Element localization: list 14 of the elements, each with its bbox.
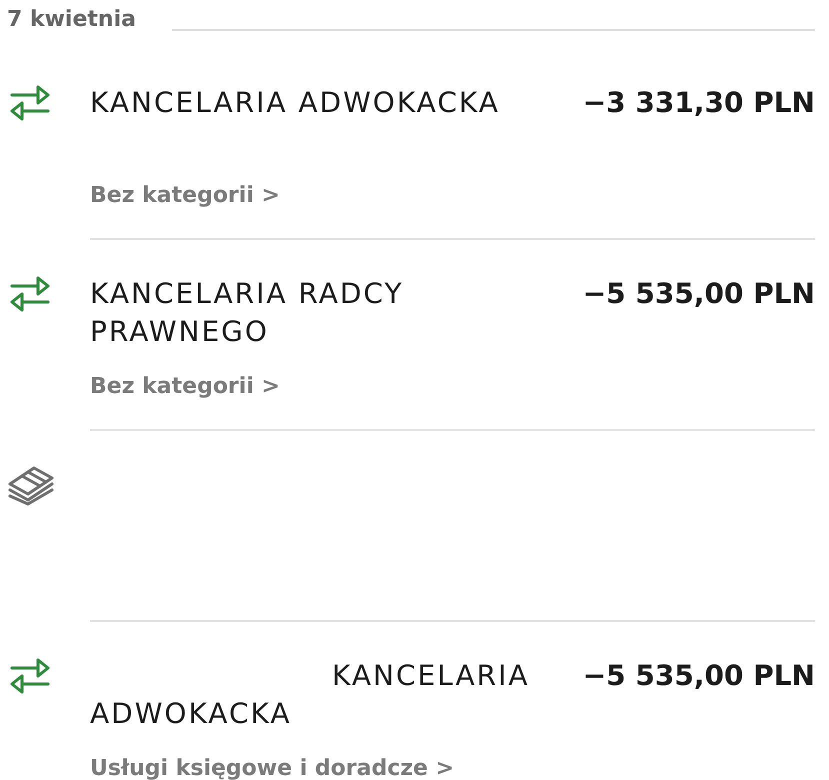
transaction-title: KANCELARIA ADWOKACKA — [90, 658, 530, 732]
swap-arrows-icon — [10, 83, 50, 123]
category-link[interactable]: Usługi księgowe i doradcze > — [90, 756, 454, 780]
swap-arrows-icon — [10, 656, 50, 696]
banknote-stack-icon — [8, 464, 54, 506]
swap-arrows-icon — [10, 274, 50, 314]
transaction-amount: −5 535,00 PLN — [582, 276, 815, 312]
transaction-title: KANCELARIA ADWOKACKA — [90, 85, 500, 121]
category-link[interactable]: Bez kategorii > — [90, 183, 280, 208]
date-heading: 7 kwietnia — [7, 6, 136, 34]
category-link[interactable]: Bez kategorii > — [90, 374, 280, 399]
transaction-amount: −3 331,30 PLN — [582, 85, 815, 121]
transaction-amount: −5 535,00 PLN — [582, 658, 815, 694]
transaction-title: KANCELARIA RADCY PRAWNEGO — [90, 276, 405, 350]
